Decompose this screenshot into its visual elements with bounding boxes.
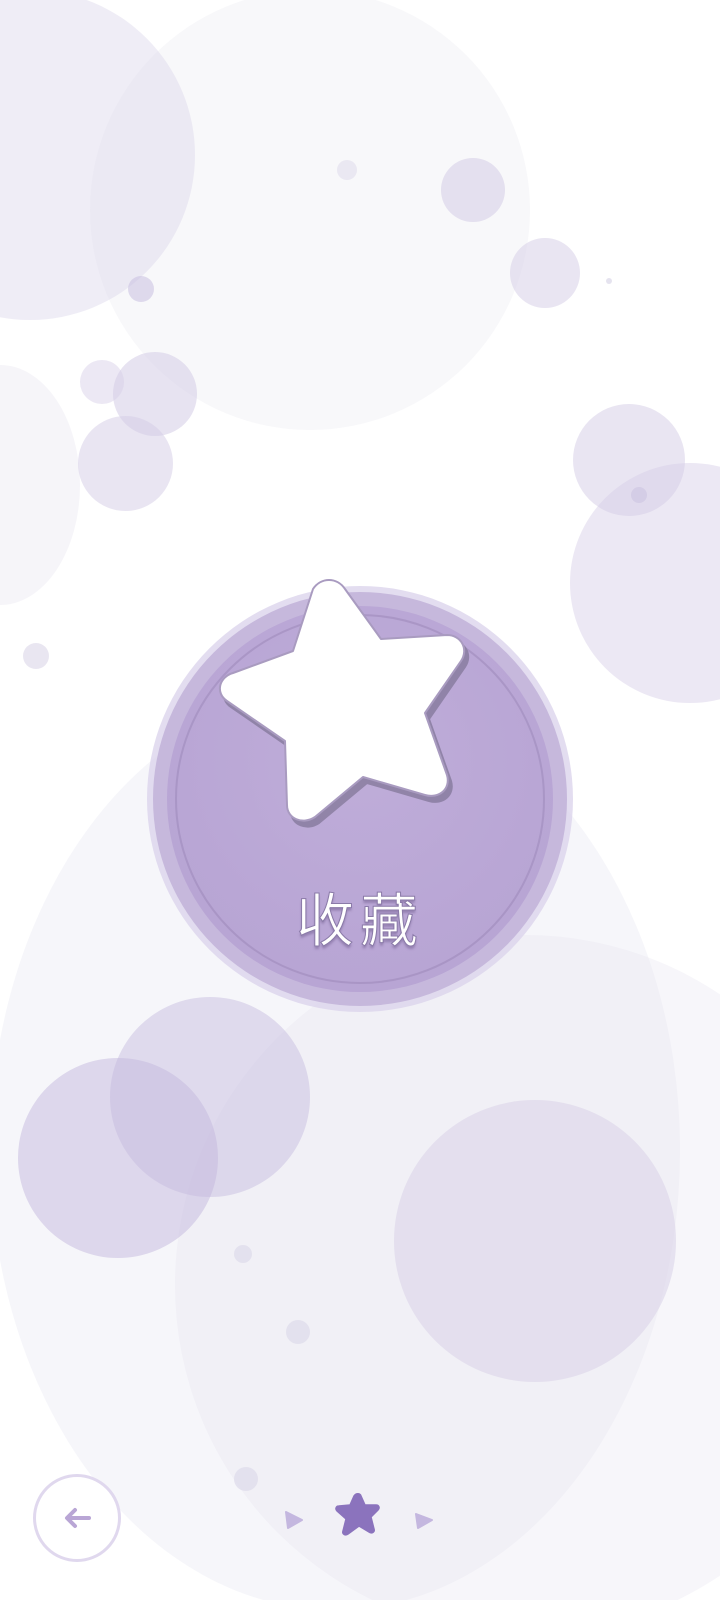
background-bubble	[110, 997, 310, 1197]
background-bubble	[80, 360, 124, 404]
favorites-screen: 收藏	[0, 0, 720, 1600]
background-bubble	[394, 1100, 676, 1382]
background-dot	[606, 278, 612, 284]
background-bubble	[78, 416, 173, 511]
background-bubble	[573, 404, 685, 516]
background-dot	[286, 1320, 310, 1344]
background-dot	[234, 1467, 258, 1491]
star-icon	[335, 1493, 380, 1536]
arrow-left-icon	[65, 1508, 91, 1528]
background-bubble	[175, 935, 720, 1600]
pager-next-button[interactable]	[412, 1508, 436, 1532]
background-dot	[128, 276, 154, 302]
favorites-button[interactable]	[153, 592, 567, 1006]
pager-prev-button[interactable]	[282, 1508, 306, 1532]
triangle-right-icon	[415, 1513, 433, 1529]
background-dot	[337, 160, 357, 180]
background-bubble	[570, 463, 720, 703]
background-bubble	[90, 0, 530, 430]
background-dot	[631, 487, 647, 503]
triangle-left-icon	[285, 1511, 303, 1529]
background-bubble	[441, 158, 505, 222]
background-bubble	[0, 0, 195, 320]
background-bubble	[18, 1058, 218, 1258]
background-bubble	[0, 365, 80, 605]
background-bubble	[113, 352, 197, 436]
badge-ring	[175, 614, 545, 984]
pager-current-indicator[interactable]	[334, 1492, 382, 1540]
back-button[interactable]	[33, 1474, 121, 1562]
background-dot	[234, 1245, 252, 1263]
background-bubble	[510, 238, 580, 308]
background-dot	[23, 643, 49, 669]
